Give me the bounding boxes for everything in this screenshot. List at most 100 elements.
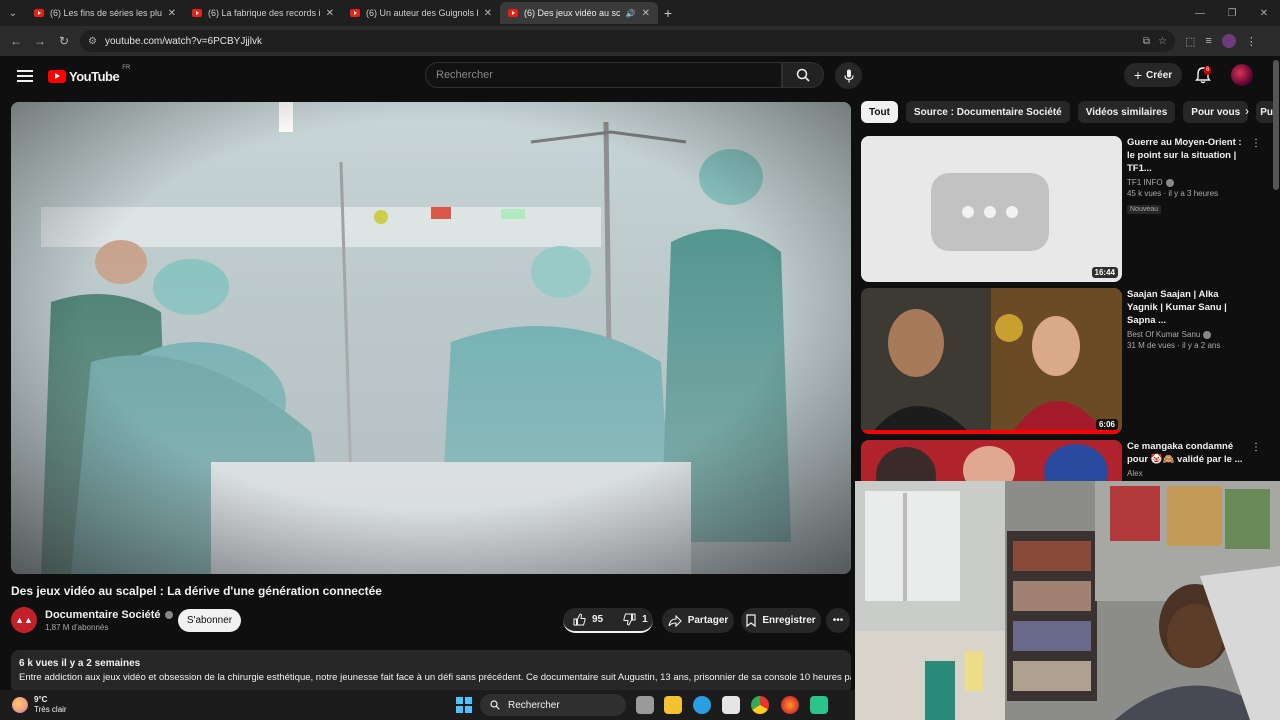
- tab-title: (6) Les fins de séries les plus W: [50, 8, 162, 18]
- recommendation-channel[interactable]: TF1 INFO: [1127, 178, 1163, 187]
- recommendation-channel-row: Best Of Kumar Sanu: [1127, 330, 1249, 339]
- youtube-logo[interactable]: YouTube FR: [48, 65, 130, 84]
- more-horizontal-icon: •••: [832, 615, 844, 626]
- restore-icon[interactable]: ❐: [1216, 8, 1248, 19]
- search-input[interactable]: [436, 69, 781, 81]
- close-tab-icon[interactable]: ✕: [642, 8, 650, 19]
- weather-condition: Très clair: [34, 705, 67, 714]
- view-count-date: 6 k vues il y a 2 semaines: [19, 658, 141, 669]
- search-box: [425, 62, 782, 88]
- subscribe-button[interactable]: S'abonner: [178, 609, 241, 632]
- video-player[interactable]: [11, 102, 851, 574]
- close-tab-icon[interactable]: ✕: [168, 8, 176, 19]
- recommendation-channel[interactable]: Alex: [1127, 469, 1143, 478]
- video-thumbnail[interactable]: [861, 440, 1122, 481]
- filter-chips: Tout Source : Documentaire Société Vidéo…: [861, 101, 1277, 123]
- more-vertical-icon[interactable]: ⋮: [1251, 138, 1261, 149]
- store-icon[interactable]: [722, 696, 740, 714]
- tab-title: (6) La fabrique des records imp: [208, 8, 320, 18]
- save-button[interactable]: Enregistrer: [741, 608, 821, 633]
- close-window-icon[interactable]: ✕: [1248, 8, 1280, 19]
- browser-tab[interactable]: (6) Un auteur des Guignols balu ✕: [342, 2, 500, 24]
- chrome-icon[interactable]: [751, 696, 769, 714]
- reload-icon[interactable]: ↻: [52, 34, 76, 48]
- recommendation-channel-row: TF1 INFO: [1127, 178, 1249, 187]
- chip-similar[interactable]: Vidéos similaires: [1077, 101, 1176, 123]
- browser-profile-icon[interactable]: [1221, 34, 1236, 48]
- create-button[interactable]: + Créer: [1124, 63, 1182, 87]
- channel-avatar[interactable]: ▲▲: [11, 607, 37, 633]
- file-explorer-icon[interactable]: [664, 696, 682, 714]
- voice-search-button[interactable]: [835, 62, 862, 89]
- tab-title: (6) Des jeux vidéo au scalpe: [524, 8, 620, 18]
- notification-count-badge: 6: [1204, 66, 1212, 75]
- recommendation-item[interactable]: 6:06 Saajan Saajan | Alka Yagnik | Kumar…: [861, 288, 1261, 434]
- browser-tab[interactable]: (6) Les fins de séries les plus W ✕: [26, 2, 184, 24]
- windows-start-icon[interactable]: [456, 697, 472, 713]
- description-box[interactable]: 6 k vues il y a 2 semaines Entre addicti…: [11, 650, 851, 694]
- recommendation-item[interactable]: 16:44 Guerre au Moyen-Orient : le point …: [861, 136, 1261, 282]
- logo-text: YouTube: [69, 68, 120, 84]
- create-label: Créer: [1146, 69, 1173, 81]
- browser-tab[interactable]: (6) La fabrique des records imp ✕: [184, 2, 342, 24]
- menu-icon[interactable]: [17, 70, 33, 82]
- verified-badge-icon: [1165, 178, 1174, 187]
- account-avatar[interactable]: [1231, 64, 1253, 86]
- more-actions-button[interactable]: •••: [826, 608, 850, 633]
- minimize-icon[interactable]: —: [1184, 8, 1216, 19]
- back-icon[interactable]: ←: [4, 34, 28, 48]
- thumbnail-image-manga: [861, 440, 1122, 481]
- chip-all[interactable]: Tout: [861, 101, 898, 123]
- recommendation-channel[interactable]: Best Of Kumar Sanu: [1127, 330, 1200, 339]
- media-control-icon[interactable]: ≡: [1205, 35, 1211, 47]
- video-thumbnail[interactable]: 6:06: [861, 288, 1122, 434]
- weather-widget[interactable]: 9°C Très clair: [12, 695, 67, 715]
- recommendation-channel-row: Alex: [1127, 469, 1249, 478]
- video-duration: 16:44: [1091, 267, 1118, 278]
- close-tab-icon[interactable]: ✕: [484, 8, 492, 19]
- recommendation-title[interactable]: Ce mangaka condamné pour 🤡🙈 validé par l…: [1127, 440, 1249, 466]
- recommendation-title[interactable]: Saajan Saajan | Alka Yagnik | Kumar Sanu…: [1127, 288, 1249, 327]
- forward-icon[interactable]: →: [28, 34, 52, 48]
- video-thumbnail[interactable]: 16:44: [861, 136, 1122, 282]
- taskbar-search[interactable]: Rechercher: [480, 694, 626, 716]
- url-text: youtube.com/watch?v=6PCBYJjjlvk: [104, 35, 262, 47]
- chevron-right-icon[interactable]: ›: [1238, 104, 1256, 122]
- browser-tab-active[interactable]: (6) Des jeux vidéo au scalpe 🔊 ✕: [500, 2, 658, 24]
- channel-name[interactable]: Documentaire Société: [45, 609, 161, 621]
- taskbar-search-label: Rechercher: [508, 699, 560, 711]
- page-scrollbar[interactable]: [1273, 60, 1279, 190]
- task-view-icon[interactable]: [636, 696, 654, 714]
- more-vertical-icon[interactable]: ⋮: [1251, 442, 1261, 453]
- browser-menu-icon[interactable]: ⋮: [1246, 35, 1257, 48]
- tab-title: (6) Un auteur des Guignols balu: [366, 8, 478, 18]
- bookmark-star-icon[interactable]: ☆: [1158, 36, 1167, 47]
- tab-search-dropdown[interactable]: ⌄: [0, 0, 26, 26]
- streaming-app-icon[interactable]: [810, 696, 828, 714]
- video-title: Des jeux vidéo au scalpel : La dérive d'…: [11, 584, 382, 598]
- url-field[interactable]: ⚙ youtube.com/watch?v=6PCBYJjjlvk ⧉ ☆: [80, 30, 1175, 52]
- like-button[interactable]: 95: [563, 608, 613, 631]
- site-info-icon[interactable]: ⚙: [88, 36, 97, 47]
- close-tab-icon[interactable]: ✕: [326, 8, 334, 19]
- extensions-icon[interactable]: ⬚: [1185, 35, 1195, 48]
- window-controls: — ❐ ✕: [1184, 0, 1280, 26]
- channel-name-row[interactable]: Documentaire Société: [45, 609, 173, 621]
- firefox-icon[interactable]: [781, 696, 799, 714]
- edge-icon[interactable]: [693, 696, 711, 714]
- thumbs-down-icon: [623, 613, 636, 626]
- share-button[interactable]: Partager: [662, 608, 734, 633]
- new-tab-icon[interactable]: +: [658, 5, 678, 21]
- recommendation-title[interactable]: Guerre au Moyen-Orient : le point sur la…: [1127, 136, 1249, 175]
- speaker-icon[interactable]: 🔊: [626, 9, 636, 18]
- subscriber-count: 1,87 M d'abonnés: [45, 622, 109, 632]
- video-duration: 6:06: [1095, 419, 1118, 430]
- dislike-button[interactable]: 1: [613, 608, 658, 631]
- recommendation-info: Saajan Saajan | Alka Yagnik | Kumar Sanu…: [1127, 288, 1249, 350]
- share-label: Partager: [687, 615, 729, 626]
- install-app-icon[interactable]: ⧉: [1143, 36, 1150, 47]
- chip-source[interactable]: Source : Documentaire Société: [905, 101, 1070, 123]
- search-button[interactable]: [782, 62, 824, 88]
- verified-badge-icon: [1203, 330, 1212, 339]
- recommendation-item[interactable]: Ce mangaka condamné pour 🤡🙈 validé par l…: [861, 440, 1261, 481]
